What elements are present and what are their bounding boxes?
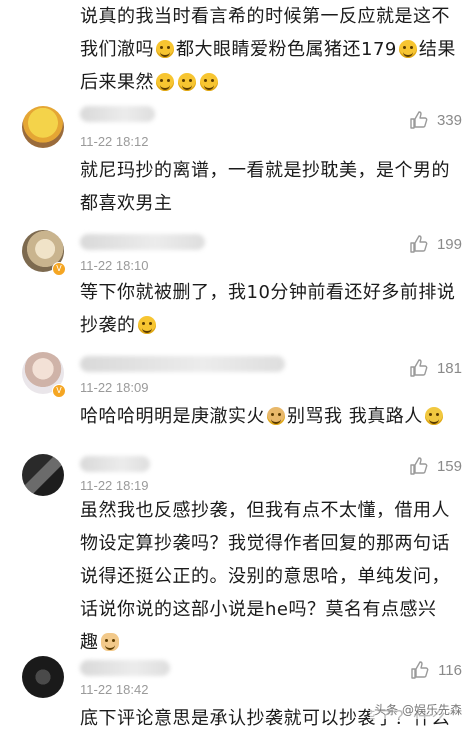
like-button[interactable]: 339 <box>409 110 462 130</box>
username-blurred[interactable] <box>80 106 155 122</box>
avatar[interactable] <box>22 454 64 496</box>
like-count: 159 <box>436 457 462 475</box>
comment-time: 11-22 18:42 <box>80 682 149 697</box>
username-blurred[interactable] <box>80 234 205 250</box>
thumbs-up-icon <box>410 111 428 129</box>
comment-text: 虽然我也反感抄袭，但我有点不太懂，借用人 物设定算抄袭吗？我觉得作者回复的那两句… <box>80 500 450 653</box>
like-button[interactable]: 199 <box>409 234 462 254</box>
comment-time: 11-22 18:19 <box>80 478 149 493</box>
thinking-emoji-icon <box>424 407 443 425</box>
cat-emoji-icon <box>100 633 119 651</box>
thumbs-up-icon <box>410 359 428 377</box>
like-count: 116 <box>438 661 462 679</box>
avatar[interactable] <box>22 656 64 698</box>
thumbs-up-icon <box>410 235 428 253</box>
like-button[interactable]: 116 <box>410 660 462 680</box>
like-button[interactable]: 181 <box>409 358 462 378</box>
laugh-cry-emoji-icon <box>200 73 218 91</box>
verified-badge-icon: V <box>52 262 66 276</box>
thumbs-up-icon <box>411 661 429 679</box>
like-count: 339 <box>436 111 462 129</box>
username-blurred[interactable] <box>80 660 170 676</box>
comment-text: 说真的我当时看言希的时候第一反应就是这不 我们澈吗 都大眼睛爱粉色属猪还179 结果… <box>80 6 456 93</box>
comment-time: 11-22 18:12 <box>80 134 149 149</box>
verified-badge-icon: V <box>52 384 66 398</box>
doge-emoji-icon <box>267 407 285 425</box>
laugh-cry-emoji-icon <box>178 73 196 91</box>
watermark: 头条 @娱乐先森 <box>370 700 466 719</box>
laugh-cry-emoji-icon <box>156 40 174 58</box>
like-count: 181 <box>436 359 462 377</box>
username-blurred[interactable] <box>80 356 285 372</box>
like-count: 199 <box>436 235 462 253</box>
laugh-cry-emoji-icon <box>137 316 156 334</box>
username-blurred[interactable] <box>80 456 150 472</box>
laugh-cry-emoji-icon <box>156 73 174 91</box>
avatar[interactable] <box>22 106 64 148</box>
comment-text: 就尼玛抄的离谱，一看就是抄耽美，是个男的 都喜欢男主 <box>80 160 450 214</box>
like-button[interactable]: 159 <box>409 456 462 476</box>
thumbs-up-icon <box>410 457 428 475</box>
laugh-cry-emoji-icon <box>398 40 417 58</box>
comment-time: 11-22 18:10 <box>80 258 149 273</box>
comment-text: 等下你就被删了，我10分钟前看还好多前排说 抄袭的 <box>80 282 456 336</box>
comment-time: 11-22 18:09 <box>80 380 149 395</box>
comment-text: 哈哈哈明明是庚澈实火 别骂我 我真路人 <box>80 400 465 433</box>
